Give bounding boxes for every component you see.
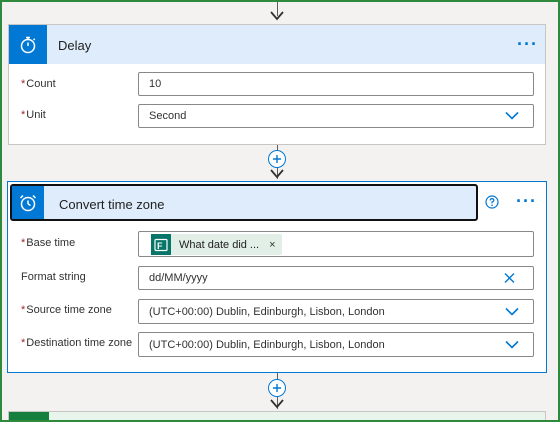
- next-action-card[interactable]: [8, 411, 546, 422]
- forms-icon: F: [151, 234, 171, 255]
- add-step-button[interactable]: [268, 379, 286, 397]
- arrow-down-icon: [270, 11, 284, 21]
- destination-tz-label: *Destination time zone: [21, 337, 133, 349]
- count-field[interactable]: 10: [138, 72, 534, 96]
- add-step-button[interactable]: [268, 150, 286, 168]
- delay-title: Delay: [58, 38, 92, 53]
- delay-card: Delay ··· *Count 10 *Unit Second: [8, 24, 546, 145]
- chevron-down-icon: [505, 307, 519, 316]
- unit-dropdown[interactable]: Second: [138, 104, 534, 128]
- source-tz-dropdown[interactable]: (UTC+00:00) Dublin, Edinburgh, Lisbon, L…: [138, 299, 534, 324]
- arrow-down-icon: [270, 399, 284, 409]
- svg-text:F: F: [157, 241, 163, 251]
- delay-card-header[interactable]: Delay ···: [9, 25, 545, 64]
- alarm-clock-icon: [12, 186, 44, 219]
- destination-tz-dropdown[interactable]: (UTC+00:00) Dublin, Edinburgh, Lisbon, L…: [138, 332, 534, 357]
- plus-icon: [273, 384, 281, 392]
- stopwatch-icon: [9, 25, 47, 64]
- dynamic-content-token[interactable]: F What date did ... ×: [151, 234, 282, 255]
- format-label: Format string: [21, 271, 86, 283]
- base-time-label: *Base time: [21, 237, 76, 249]
- chevron-down-icon: [505, 340, 519, 349]
- help-circle-icon[interactable]: [485, 195, 499, 209]
- convert-card-header[interactable]: Convert time zone: [10, 184, 478, 221]
- format-field[interactable]: dd/MM/yyyy: [138, 266, 534, 290]
- arrow-down-icon: [270, 169, 284, 179]
- base-time-field[interactable]: F What date did ... ×: [138, 231, 534, 257]
- convert-title: Convert time zone: [59, 197, 165, 212]
- plus-icon: [273, 155, 281, 163]
- next-action-icon: [9, 412, 49, 421]
- convert-card: Convert time zone ··· *Base time F What …: [7, 181, 547, 373]
- remove-token-icon[interactable]: ×: [269, 239, 275, 251]
- chevron-down-icon: [505, 111, 519, 120]
- unit-label: *Unit: [21, 109, 46, 121]
- source-tz-label: *Source time zone: [21, 304, 112, 316]
- count-label: *Count: [21, 78, 56, 90]
- convert-more-icon[interactable]: ···: [516, 192, 537, 210]
- close-icon[interactable]: [504, 273, 515, 284]
- delay-more-icon[interactable]: ···: [517, 35, 538, 53]
